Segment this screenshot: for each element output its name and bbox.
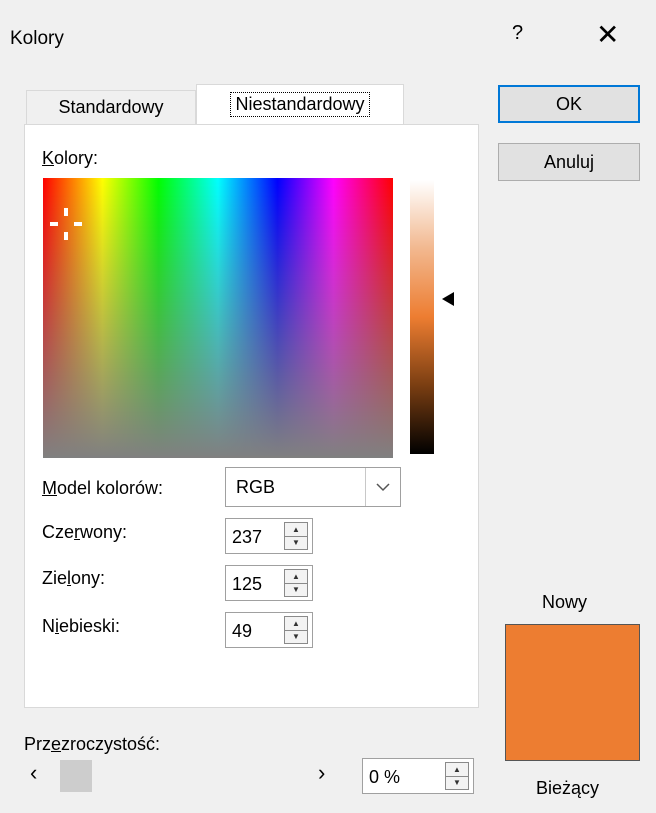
red-value[interactable]: 237 — [232, 527, 262, 548]
transparency-slider-thumb[interactable] — [60, 760, 92, 792]
spin-down-icon[interactable]: ▼ — [446, 775, 468, 790]
color-preview-swatch — [505, 624, 640, 761]
spin-up-icon[interactable]: ▲ — [285, 523, 307, 536]
green-label: Zielony: — [42, 568, 106, 588]
blue-value[interactable]: 49 — [232, 621, 252, 642]
cancel-button[interactable]: Anuluj — [498, 143, 640, 181]
color-model-value: RGB — [236, 477, 276, 497]
blue-spinner[interactable]: 49 ▲ ▼ — [225, 612, 313, 648]
spin-up-icon[interactable]: ▲ — [285, 617, 307, 630]
blue-label: Niebieski: — [42, 616, 121, 636]
color-model-select[interactable]: RGB — [225, 467, 401, 507]
spin-down-icon[interactable]: ▼ — [285, 582, 307, 597]
dialog-title: Kolory — [10, 28, 64, 49]
transparency-spinner[interactable]: 0 % ▲ ▼ — [362, 758, 474, 794]
color-model-label: Model kolorów: — [42, 478, 164, 498]
red-label: Czerwony: — [42, 522, 128, 542]
transparency-value[interactable]: 0 % — [369, 767, 400, 788]
tab-standard[interactable]: Standardowy — [26, 90, 196, 124]
color-spectrum[interactable] — [43, 178, 393, 458]
luminance-slider[interactable] — [410, 180, 434, 454]
scroll-left-icon[interactable]: ‹ — [30, 760, 37, 786]
colors-label: Kolory: — [42, 148, 99, 168]
tab-standard-label: Standardowy — [58, 97, 164, 117]
red-spinner[interactable]: 237 ▲ ▼ — [225, 518, 313, 554]
current-color-label: Bieżący — [536, 778, 600, 798]
green-value[interactable]: 125 — [232, 574, 262, 595]
chevron-down-icon[interactable] — [365, 468, 400, 506]
luminance-arrow-icon[interactable] — [442, 292, 454, 306]
help-button[interactable]: ? — [512, 22, 523, 45]
new-color-label: Nowy — [542, 592, 588, 612]
ok-button[interactable]: OK — [498, 85, 640, 123]
crosshair-icon — [50, 208, 82, 240]
spin-up-icon[interactable]: ▲ — [285, 570, 307, 583]
tab-custom[interactable]: Niestandardowy — [196, 84, 404, 124]
spin-down-icon[interactable]: ▼ — [285, 535, 307, 550]
tab-custom-label: Niestandardowy — [230, 92, 370, 117]
transparency-label: Przezroczystość: — [24, 734, 161, 754]
green-spinner[interactable]: 125 ▲ ▼ — [225, 565, 313, 601]
close-button[interactable]: ✕ — [596, 18, 619, 51]
spin-up-icon[interactable]: ▲ — [446, 763, 468, 776]
scroll-right-icon[interactable]: › — [318, 760, 325, 786]
spin-down-icon[interactable]: ▼ — [285, 629, 307, 644]
